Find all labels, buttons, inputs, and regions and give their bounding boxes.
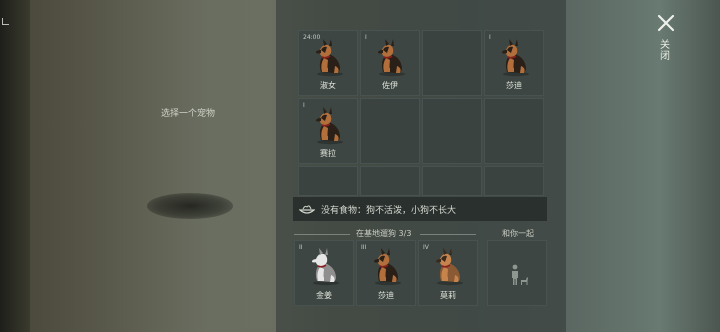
base-section-title: 在基地遛狗 3/3: [356, 228, 411, 239]
base-dog-slot[interactable]: III 莎迪: [356, 240, 416, 306]
person-with-dog-icon: [508, 263, 530, 291]
empty-pet-slot: [298, 166, 358, 196]
pet-name: 佐伊: [382, 81, 398, 90]
pet-level: II: [299, 244, 303, 251]
pet-slot[interactable]: I 莎迪: [484, 30, 544, 96]
dog-portrait-icon: [308, 106, 348, 150]
base-section-count: 3/3: [398, 229, 412, 238]
pet-slot[interactable]: I 赛拉: [298, 98, 358, 164]
base-dog-slot[interactable]: II 金姜: [294, 240, 354, 306]
pet-name: 莫莉: [440, 291, 456, 300]
pet-level: I: [489, 34, 491, 41]
dog-portrait-icon: [308, 38, 348, 82]
pet-preview-shadow: [147, 193, 233, 219]
pet-name: 赛拉: [320, 149, 336, 158]
empty-pet-slot: [422, 30, 482, 96]
close-label: 关闭: [660, 40, 670, 62]
base-dogs-row: II 金姜 III 莎迪 IV 莫莉: [294, 240, 478, 306]
divider: [420, 234, 476, 235]
pet-name: 金姜: [316, 291, 332, 300]
left-edge-shade: [0, 0, 30, 332]
divider: [294, 234, 350, 235]
select-pet-hint: 选择一个宠物: [160, 109, 215, 119]
food-notice: 没有食物：狗不活泼，小狗不长大: [293, 197, 547, 221]
pet-name: 莎迪: [506, 81, 522, 90]
empty-pet-slot: [360, 98, 420, 164]
close-button[interactable]: [655, 12, 677, 34]
close-icon: [657, 14, 675, 32]
food-notice-text: 没有食物：狗不活泼，小狗不长大: [321, 205, 457, 216]
empty-pet-slot: [484, 166, 544, 196]
companion-slot[interactable]: [487, 240, 547, 306]
dog-portrait-icon: [304, 247, 344, 291]
pet-level: I: [365, 34, 367, 41]
dog-portrait-icon: [494, 38, 534, 82]
base-section-label: 在基地遛狗: [356, 229, 396, 238]
base-dog-slot[interactable]: IV 莫莉: [418, 240, 478, 306]
food-bowl-icon: [298, 200, 316, 219]
pet-name: 淑女: [320, 81, 336, 90]
corner-bracket-icon: [2, 18, 9, 25]
pet-slot[interactable]: 24:00 淑女: [298, 30, 358, 96]
pet-level: I: [303, 102, 305, 109]
empty-pet-slot: [484, 98, 544, 164]
dog-portrait-icon: [370, 38, 410, 82]
empty-pet-slot: [422, 98, 482, 164]
pet-name: 莎迪: [378, 291, 394, 300]
dog-portrait-icon: [366, 247, 406, 291]
pet-slot[interactable]: I 佐伊: [360, 30, 420, 96]
empty-pet-slot: [422, 166, 482, 196]
empty-pet-slot: [360, 166, 420, 196]
companion-section-title: 和你一起: [502, 229, 534, 238]
dog-portrait-icon: [428, 247, 468, 291]
